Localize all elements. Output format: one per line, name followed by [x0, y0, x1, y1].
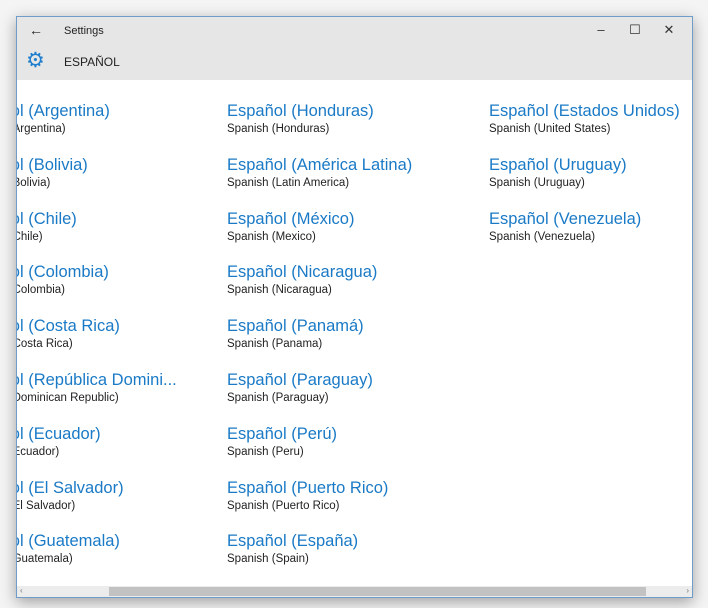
language-english-name: Spanish (Argentina)	[17, 123, 66, 135]
close-button[interactable]: ✕	[654, 22, 684, 38]
language-item[interactable]: Español (Bolivia) Spanish (Bolivia)	[17, 155, 219, 189]
language-item[interactable]: Español (El Salvador) Spanish (El Salvado…	[17, 478, 219, 512]
language-name: Español (Ecuador)	[17, 424, 101, 443]
back-button[interactable]: ←	[29, 22, 43, 38]
page-header: ⚙ ESPAÑOL	[17, 46, 692, 80]
language-name: Español (México)	[227, 209, 355, 228]
language-name: Español (Guatemala)	[17, 532, 120, 551]
language-item[interactable]: Español (Chile) Spanish (Chile)	[17, 209, 219, 243]
language-english-name: Spanish (Bolivia)	[17, 176, 51, 189]
language-name: Español (Argentina)	[17, 102, 110, 120]
horizontal-scrollbar[interactable]: ‹ ›	[17, 586, 692, 597]
language-name: Español (Honduras)	[227, 102, 374, 120]
language-english-name: Spanish (Ecuador)	[17, 445, 60, 458]
language-item[interactable]: Español (Paraguay) Spanish (Paraguay)	[227, 370, 482, 404]
language-english-name: Spanish (Nicaragua)	[227, 284, 332, 297]
page-title: ESPAÑOL	[64, 55, 120, 69]
language-english-name: Spanish (United States)	[489, 123, 611, 135]
language-item[interactable]: Español (Argentina) Spanish (Argentina)	[17, 101, 219, 135]
language-name: Español (América Latina)	[227, 155, 413, 174]
scroll-left-arrow[interactable]: ‹	[20, 586, 23, 595]
language-english-name: Spanish (Mexico)	[227, 230, 316, 243]
language-name: Español (Panamá)	[227, 317, 364, 336]
language-english-name: Spanish (Guatemala)	[17, 553, 73, 566]
language-english-name: Spanish (Chile)	[17, 230, 43, 243]
language-item[interactable]: Español (Honduras) Spanish (Honduras)	[227, 101, 482, 135]
language-item[interactable]: Español (Ecuador) Spanish (Ecuador)	[17, 424, 219, 458]
language-item[interactable]: Español (Estados Unidos) Spanish (United …	[489, 101, 692, 135]
language-name: Español (Puerto Rico)	[227, 478, 389, 497]
language-english-name: Spanish (Costa Rica)	[17, 338, 73, 351]
language-name: Español (Colombia)	[17, 263, 109, 282]
language-english-name: Spanish (Colombia)	[17, 284, 65, 297]
language-item[interactable]: Español (Perú) Spanish (Peru)	[227, 424, 482, 458]
language-item[interactable]: Español (Puerto Rico) Spanish (Puerto Ric…	[227, 478, 482, 512]
language-name: Español (Perú)	[227, 424, 338, 443]
language-english-name: Spanish (Honduras)	[227, 123, 330, 135]
language-item[interactable]: Español (Guatemala) Spanish (Guatemala)	[17, 531, 219, 565]
language-english-name: Spanish (Panama)	[227, 338, 323, 351]
language-name: Español (Costa Rica)	[17, 317, 120, 336]
language-english-name: Spanish (El Salvador)	[17, 499, 76, 512]
language-english-name: Spanish (Uruguay)	[489, 176, 585, 189]
title-bar: ← Settings – ☐ ✕	[17, 17, 692, 46]
language-english-name: Spanish (Latin America)	[227, 176, 350, 189]
language-name: Español (Uruguay)	[489, 155, 627, 174]
language-name: Español (Nicaragua)	[227, 263, 378, 282]
language-item[interactable]: Español (México) Spanish (Mexico)	[227, 209, 482, 243]
scrollbar-thumb[interactable]	[109, 587, 646, 596]
language-name: Español (Paraguay)	[227, 371, 373, 389]
language-name: Español (España)	[227, 532, 359, 551]
language-english-name: Spanish (Puerto Rico)	[227, 499, 340, 512]
language-item[interactable]: Español (América Latina) Spanish (Latin A…	[227, 155, 482, 189]
gear-icon: ⚙	[26, 49, 45, 72]
language-english-name: Spanish (Venezuela)	[489, 230, 596, 243]
language-list: Español (Argentina)Spanish (Argentina)Es…	[17, 80, 692, 585]
window-title: Settings	[64, 25, 104, 37]
language-name: Español (Estados Unidos)	[489, 102, 680, 120]
language-name: Español (Bolivia)	[17, 155, 88, 174]
language-item[interactable]: Español (Uruguay) Spanish (Uruguay)	[489, 155, 692, 189]
language-item[interactable]: Español (República Domini... Spanish (Dom…	[17, 370, 219, 404]
language-name: Español (República Domini...	[17, 371, 177, 389]
language-item[interactable]: Español (Costa Rica) Spanish (Costa Rica)	[17, 316, 219, 350]
scroll-right-arrow[interactable]: ›	[686, 586, 689, 595]
language-item[interactable]: Español (España) Spanish (Spain)	[227, 531, 482, 565]
language-english-name: Spanish (Spain)	[227, 553, 309, 566]
language-item[interactable]: Español (Panamá) Spanish (Panama)	[227, 316, 482, 350]
language-english-name: Spanish (Dominican Republic)	[17, 392, 119, 404]
language-name: Español (El Salvador)	[17, 478, 124, 497]
settings-window: ← Settings – ☐ ✕ ⚙ ESPAÑOL Español (Arge…	[16, 16, 693, 598]
language-name: Español (Chile)	[17, 209, 77, 228]
language-name: Español (Venezuela)	[489, 209, 642, 228]
language-english-name: Spanish (Paraguay)	[227, 392, 329, 404]
language-item[interactable]: Español (Venezuela) Spanish (Venezuela)	[489, 209, 692, 243]
language-item[interactable]: Español (Colombia) Spanish (Colombia)	[17, 262, 219, 296]
language-item[interactable]: Español (Nicaragua) Spanish (Nicaragua)	[227, 262, 482, 296]
maximize-button[interactable]: ☐	[620, 22, 650, 38]
language-english-name: Spanish (Peru)	[227, 445, 304, 458]
minimize-button[interactable]: –	[586, 22, 616, 37]
